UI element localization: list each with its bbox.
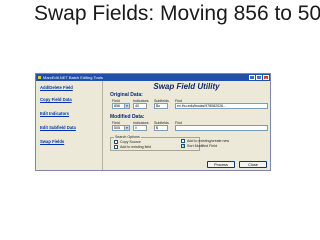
- sidebar-item-edit-indicators[interactable]: Edit Indicators: [40, 109, 102, 123]
- original-find-input[interactable]: ex.lhu.edu/books/978082026...: [175, 103, 268, 109]
- chevron-down-icon[interactable]: ▼: [124, 126, 129, 130]
- original-indicators-input[interactable]: 40: [133, 103, 147, 109]
- original-data-heading: Original Data:: [110, 92, 143, 98]
- original-field-select[interactable]: 856 ▼: [112, 103, 130, 109]
- checkbox-icon[interactable]: [114, 145, 118, 149]
- maximize-icon[interactable]: □: [256, 75, 262, 81]
- window-titlebar[interactable]: MarcEdit.NET Batch Editing Tools – □ ×: [36, 74, 270, 81]
- sidebar-item-edit-subfield-data[interactable]: Edit Subfield Data: [40, 123, 102, 137]
- slide-title: Swap Fields: Moving 856 to 505: [34, 2, 320, 25]
- checkbox-icon[interactable]: [181, 139, 185, 143]
- sidebar-item-copy-field-data[interactable]: Copy Field Data: [40, 95, 102, 109]
- checkmark-icon[interactable]: ✓: [181, 144, 185, 148]
- modified-field-select[interactable]: 505 ▼: [112, 125, 130, 131]
- sidebar-item-swap-fields[interactable]: Swap Fields: [40, 137, 102, 151]
- chevron-down-icon[interactable]: ▼: [124, 104, 129, 108]
- copy-source-checkbox[interactable]: Copy Source: [114, 140, 141, 144]
- app-icon: [38, 76, 41, 79]
- close-icon[interactable]: ×: [263, 75, 269, 81]
- minimize-icon[interactable]: –: [249, 75, 255, 81]
- original-subfields-input[interactable]: $u: [154, 103, 168, 109]
- checkbox-icon[interactable]: [114, 140, 118, 144]
- modified-find-input[interactable]: [175, 125, 268, 131]
- modified-indicators-input[interactable]: \\: [133, 125, 147, 131]
- add-to-existing-field-checkbox[interactable]: Add to existing field: [114, 145, 151, 149]
- modified-data-heading: Modified Data:: [110, 114, 145, 120]
- sidebar-item-add-delete-field[interactable]: Add/Delete Field: [40, 81, 102, 95]
- search-options-title: Search Options: [114, 135, 141, 139]
- sort-modified-field-checkbox[interactable]: ✓ Sort Modified Field: [181, 144, 217, 148]
- add-create-new-checkbox[interactable]: Add to existing/create new: [181, 139, 229, 143]
- window-title: MarcEdit.NET Batch Editing Tools: [38, 75, 103, 80]
- close-button[interactable]: Close: [239, 161, 267, 168]
- modified-subfields-input[interactable]: $: [154, 125, 168, 131]
- process-button[interactable]: Process: [207, 161, 235, 168]
- utility-title: Swap Field Utility: [153, 82, 220, 91]
- batch-editing-window: MarcEdit.NET Batch Editing Tools – □ × A…: [35, 73, 271, 171]
- swap-field-panel: Swap Field Utility Original Data: Field …: [103, 81, 270, 170]
- sidebar: Add/Delete Field Copy Field Data Edit In…: [36, 81, 103, 170]
